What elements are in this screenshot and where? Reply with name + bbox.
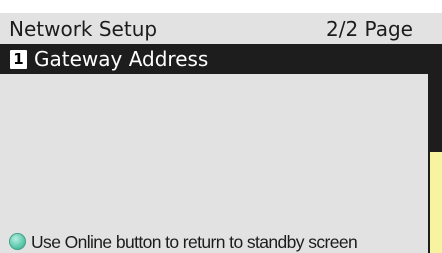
screen-title: Network Setup: [9, 17, 158, 41]
scrollbar-thumb[interactable]: [430, 152, 442, 253]
menu-item-number: 1: [10, 50, 27, 69]
footer-hint: Use Online button to return to standby s…: [31, 232, 358, 252]
menu-item-label: Gateway Address: [34, 47, 209, 71]
printer-panel-screen: Network Setup 2/2 Page 1 Gateway Address…: [0, 0, 442, 253]
online-button-icon: [9, 233, 26, 250]
page-indicator: 2/2 Page: [326, 17, 413, 41]
